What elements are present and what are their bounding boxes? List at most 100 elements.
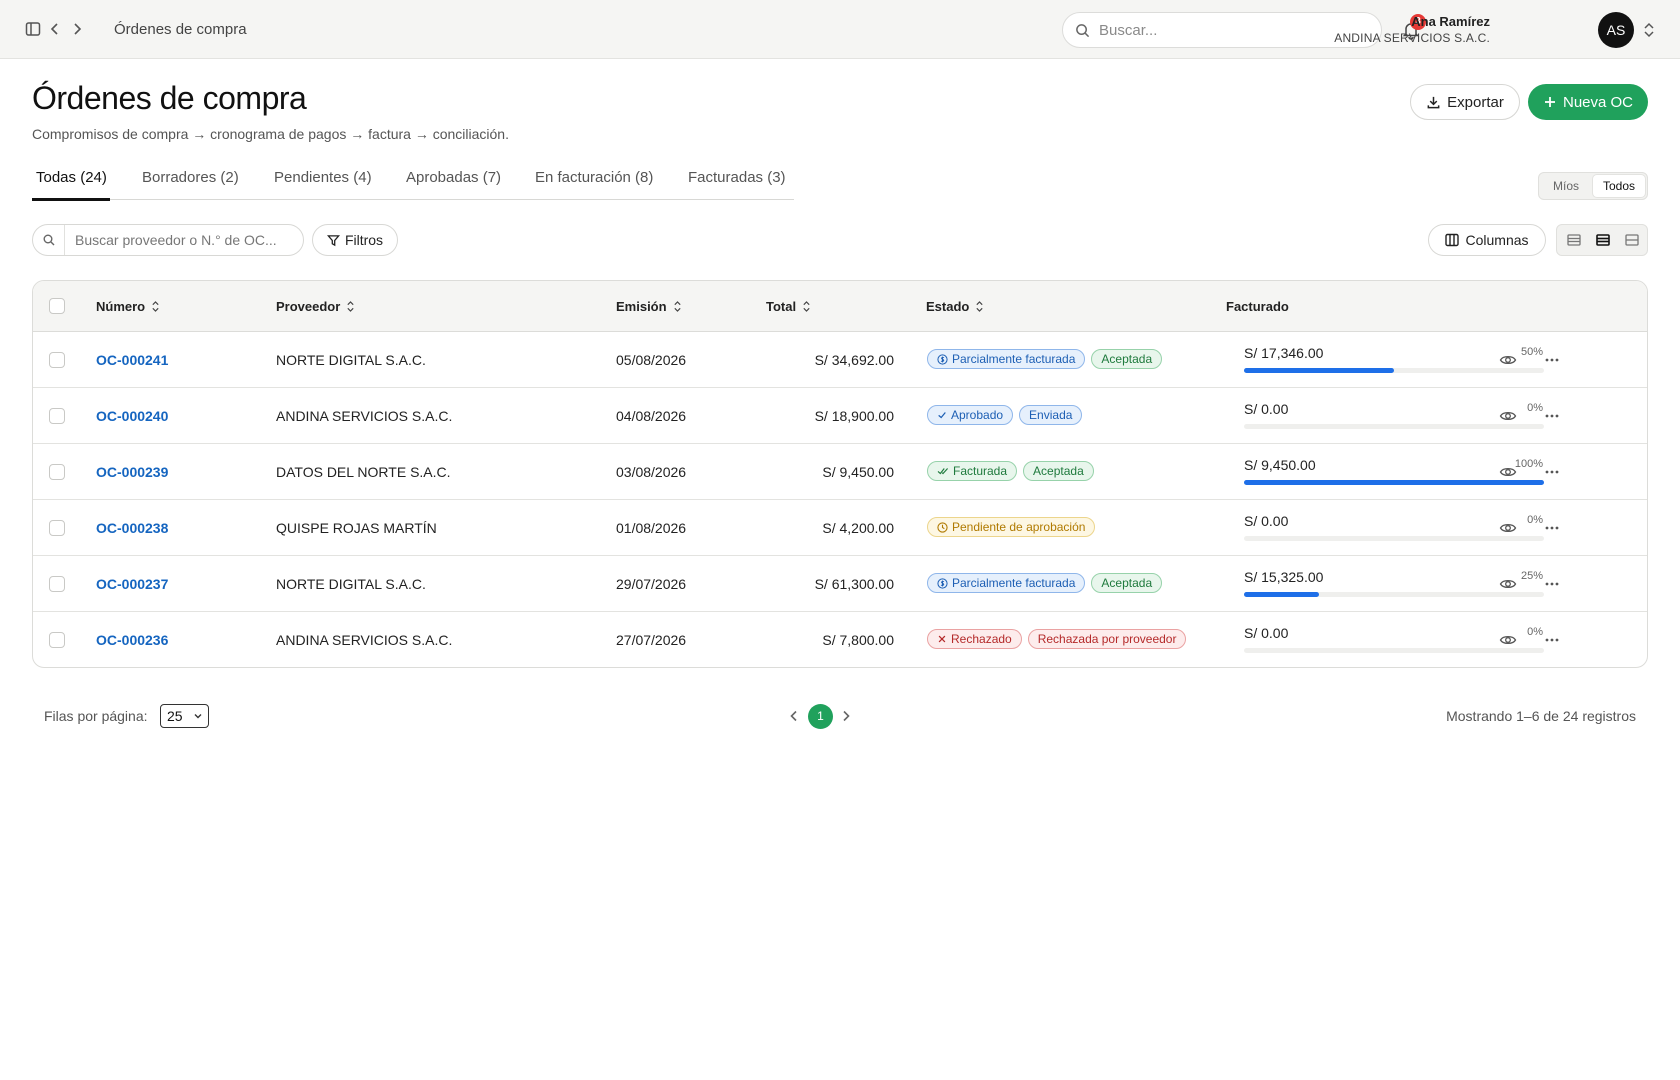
more-options-icon[interactable] (1543, 463, 1561, 481)
table-row: OC-000240 ANDINA SERVICIOS S.A.C. 04/08/… (33, 388, 1647, 444)
order-number-link[interactable]: OC-000239 (96, 464, 168, 480)
rows-per-page-label: Filas por página: (44, 708, 148, 724)
sort-icon (673, 301, 681, 312)
filters-label: Filtros (344, 232, 384, 248)
status-badge-label: Parcialmente facturada (952, 576, 1076, 590)
sort-icon (152, 301, 159, 312)
invoiced-percent: 50% (1520, 346, 1543, 358)
filters-button[interactable]: Filtros (312, 224, 398, 256)
row-checkbox[interactable] (49, 352, 65, 368)
eye-icon[interactable] (1499, 519, 1517, 537)
density-medium-icon[interactable] (1589, 228, 1617, 252)
orders-table: Número Proveedor Emisión Total Estado Fa… (32, 280, 1648, 668)
order-total: S/ 9,450.00 (822, 464, 894, 480)
status-badges: Pendiente de aprobación (927, 517, 1096, 537)
forward-chevron-icon[interactable] (68, 20, 86, 38)
breadcrumb: Órdenes de compra (114, 21, 247, 38)
invoiced-percent: 0% (1527, 626, 1543, 638)
table-header: Número Proveedor Emisión Total Estado Fa… (33, 281, 1647, 332)
order-number-link[interactable]: OC-000238 (96, 520, 168, 536)
more-options-icon[interactable] (1543, 575, 1561, 593)
order-number-link[interactable]: OC-000240 (96, 408, 168, 424)
back-chevron-icon[interactable] (46, 20, 64, 38)
more-options-icon[interactable] (1543, 407, 1561, 425)
previous-page-icon[interactable] (786, 708, 802, 724)
status-badges: Rechazado Rechazada por proveedor (927, 629, 1187, 649)
order-number-link[interactable]: OC-000236 (96, 632, 168, 648)
invoiced-percent: 25% (1520, 570, 1543, 582)
invoiced-amount: S/ 9,450.00 (1244, 457, 1316, 473)
row-checkbox[interactable] (49, 408, 65, 424)
eye-icon[interactable] (1499, 463, 1517, 481)
rows-per-page-select[interactable]: 25 (160, 704, 209, 728)
more-options-icon[interactable] (1543, 519, 1561, 537)
status-badge-label: Facturada (953, 464, 1008, 478)
issue-date: 03/08/2026 (616, 464, 687, 480)
tab-pendientes[interactable]: Pendientes (4) (274, 169, 372, 186)
more-options-icon[interactable] (1543, 631, 1561, 649)
status-badge: Parcialmente facturada (927, 573, 1086, 593)
export-button[interactable]: Exportar (1410, 84, 1520, 120)
chevron-down-icon (194, 714, 202, 719)
order-number-link[interactable]: OC-000241 (96, 352, 168, 368)
column-header-emision[interactable]: Emisión (616, 299, 682, 314)
next-page-icon[interactable] (838, 708, 854, 724)
tab-en-facturacion[interactable]: En facturación (8) (535, 169, 653, 186)
table-search-input[interactable] (75, 225, 297, 255)
eye-icon[interactable] (1499, 407, 1517, 425)
double-check-icon (937, 468, 949, 475)
global-search-input[interactable] (1099, 13, 1369, 47)
sort-icon (347, 301, 354, 312)
supplier-name: NORTE DIGITAL S.A.C. (276, 352, 426, 368)
eye-icon[interactable] (1499, 351, 1517, 369)
order-number-link[interactable]: OC-000237 (96, 576, 168, 592)
avatar[interactable]: AS (1598, 12, 1634, 48)
tab-borradores[interactable]: Borradores (2) (142, 169, 239, 186)
table-search[interactable] (32, 224, 304, 256)
column-label: Facturado (1226, 299, 1289, 314)
scope-option-todos[interactable]: Todos (1593, 175, 1645, 197)
acceptance-badge: Aceptada (1091, 573, 1163, 593)
columns-icon (1445, 233, 1460, 247)
column-header-numero[interactable]: Número (96, 299, 160, 314)
dollar-circle-icon (937, 353, 948, 365)
column-header-total[interactable]: Total (766, 299, 811, 314)
page-subtitle: Compromisos de compra → cronograma de pa… (32, 126, 509, 142)
issue-date: 05/08/2026 (616, 352, 687, 368)
column-header-proveedor[interactable]: Proveedor (276, 299, 355, 314)
row-checkbox[interactable] (49, 520, 65, 536)
sidebar-toggle-icon[interactable] (24, 20, 42, 38)
status-badge-label: Pendiente de aprobación (952, 520, 1086, 534)
eye-icon[interactable] (1499, 575, 1517, 593)
select-all-checkbox[interactable] (49, 298, 65, 314)
invoiced-amount: S/ 0.00 (1244, 401, 1289, 417)
new-order-button[interactable]: Nueva OC (1528, 84, 1648, 120)
sort-icon (976, 301, 983, 312)
tab-todas[interactable]: Todas (24) (36, 169, 107, 186)
row-checkbox[interactable] (49, 632, 65, 648)
page-number-button[interactable]: 1 (808, 704, 833, 729)
status-badge: Aprobado (927, 405, 1014, 425)
acceptance-badge: Aceptada (1091, 349, 1163, 369)
order-total: S/ 34,692.00 (814, 352, 894, 368)
density-comfortable-icon[interactable] (1618, 228, 1646, 252)
status-badge: Pendiente de aprobación (927, 517, 1096, 537)
table-row: OC-000237 NORTE DIGITAL S.A.C. 29/07/202… (33, 556, 1647, 612)
clock-icon (937, 521, 948, 533)
tab-aprobadas[interactable]: Aprobadas (7) (406, 169, 501, 186)
columns-button[interactable]: Columnas (1428, 224, 1546, 256)
more-options-icon[interactable] (1543, 351, 1561, 369)
row-checkbox[interactable] (49, 464, 65, 480)
density-compact-icon[interactable] (1560, 228, 1588, 252)
issue-date: 04/08/2026 (616, 408, 687, 424)
chevron-updown-icon[interactable] (1641, 21, 1657, 39)
eye-icon[interactable] (1499, 631, 1517, 649)
order-total: S/ 61,300.00 (814, 576, 894, 592)
new-order-label: Nueva OC (1562, 93, 1634, 111)
scope-option-mios[interactable]: Míos (1541, 175, 1591, 197)
column-header-estado[interactable]: Estado (926, 299, 984, 314)
status-badges: Aprobado Enviada (927, 405, 1083, 425)
row-checkbox[interactable] (49, 576, 65, 592)
column-label: Emisión (616, 299, 667, 314)
tab-facturadas[interactable]: Facturadas (3) (688, 169, 786, 186)
